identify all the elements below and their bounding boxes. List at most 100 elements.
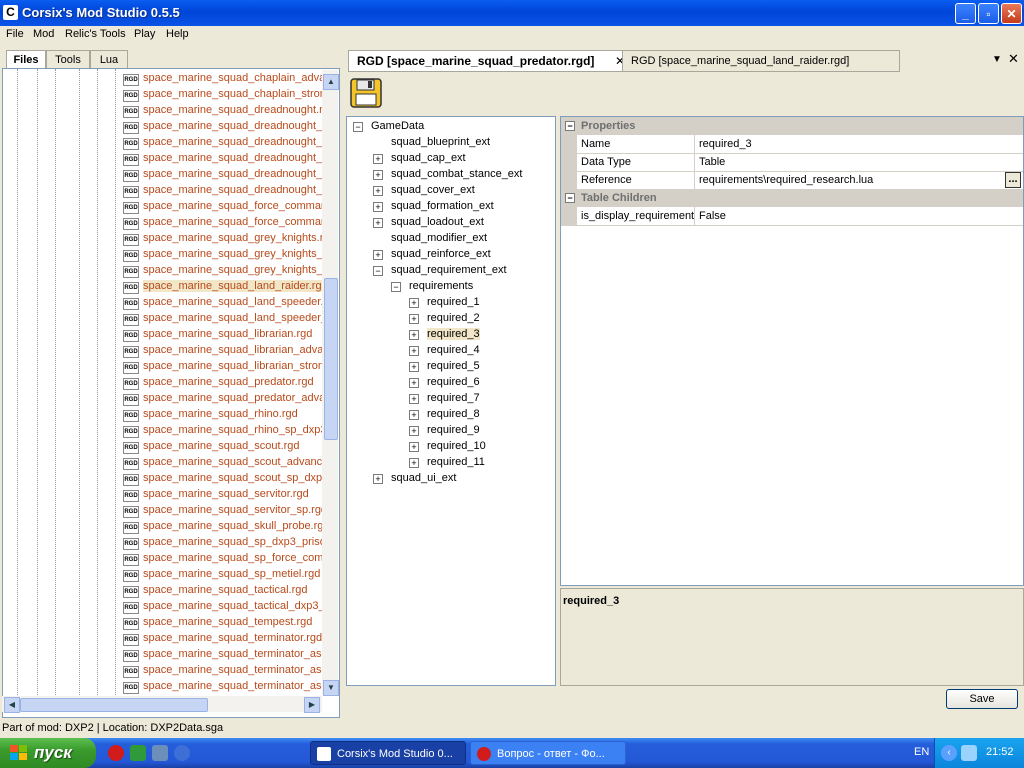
file-item[interactable]: RGD space_marine_squad_sp_metiel.rgd bbox=[121, 567, 331, 583]
scroll-right-icon[interactable]: ▶ bbox=[304, 697, 320, 713]
menu-relics-tools[interactable]: Relic's Tools bbox=[65, 28, 126, 40]
property-row-data-type[interactable]: Data Type Table bbox=[561, 153, 1023, 172]
file-item[interactable]: RGD space_marine_squad_grey_knights_s bbox=[121, 263, 331, 279]
expand-icon[interactable]: + bbox=[409, 426, 419, 436]
file-item[interactable]: RGD space_marine_squad_terminator_ass bbox=[121, 679, 331, 695]
expand-icon[interactable]: + bbox=[373, 186, 383, 196]
expand-icon[interactable]: + bbox=[373, 170, 383, 180]
title-bar[interactable]: C Corsix's Mod Studio 0.5.5 _ ▫ ✕ bbox=[0, 0, 1024, 26]
file-item[interactable]: RGD space_marine_squad_grey_knights_h bbox=[121, 247, 331, 263]
file-item[interactable]: RGD space_marine_squad_skull_probe.rgd bbox=[121, 519, 331, 535]
file-item[interactable]: RGD space_marine_squad_force_comman bbox=[121, 215, 331, 231]
close-button[interactable]: ✕ bbox=[1001, 3, 1022, 24]
property-value[interactable]: False bbox=[699, 207, 726, 225]
quicklaunch-app-icon[interactable] bbox=[152, 745, 168, 761]
language-indicator[interactable]: EN bbox=[914, 746, 929, 758]
file-tree[interactable]: RGD space_marine_squad_chaplain_advan RGD s… bbox=[2, 68, 340, 718]
expand-icon[interactable]: + bbox=[409, 362, 419, 372]
file-item[interactable]: RGD space_marine_squad_librarian_strong bbox=[121, 359, 331, 375]
file-item[interactable]: RGD space_marine_squad_scout.rgd bbox=[121, 439, 331, 455]
file-item[interactable]: RGD space_marine_squad_terminator_ass bbox=[121, 663, 331, 679]
collapse-icon[interactable]: − bbox=[353, 122, 363, 132]
scroll-up-icon[interactable]: ▲ bbox=[323, 74, 339, 90]
expand-icon[interactable]: + bbox=[373, 202, 383, 212]
close-tab-icon[interactable]: ✕ bbox=[1008, 51, 1019, 67]
collapse-icon[interactable]: − bbox=[373, 266, 383, 276]
save-disk-icon[interactable] bbox=[350, 78, 382, 108]
expand-icon[interactable]: + bbox=[373, 154, 383, 164]
menu-help[interactable]: Help bbox=[166, 28, 189, 40]
file-item[interactable]: RGD space_marine_squad_dreadnought_h bbox=[121, 151, 331, 167]
scroll-down-icon[interactable]: ▼ bbox=[323, 680, 339, 696]
expand-icon[interactable]: + bbox=[409, 442, 419, 452]
expand-icon[interactable]: + bbox=[409, 314, 419, 324]
file-item[interactable]: RGD space_marine_squad_dreadnought_h bbox=[121, 167, 331, 183]
task-browser[interactable]: Вопрос - ответ - Фо... bbox=[470, 741, 626, 765]
expand-icon[interactable]: + bbox=[373, 218, 383, 228]
vertical-scroll-thumb[interactable] bbox=[324, 278, 338, 440]
tray-expand-icon[interactable]: ‹ bbox=[941, 745, 957, 761]
property-value[interactable]: required_3 bbox=[699, 135, 752, 153]
file-item[interactable]: RGD space_marine_squad_grey_knights.rg bbox=[121, 231, 331, 247]
table-children-category[interactable]: − Table Children bbox=[561, 189, 1023, 207]
file-item[interactable]: RGD space_marine_squad_dreadnought.rg bbox=[121, 103, 331, 119]
maximize-button[interactable]: ▫ bbox=[978, 3, 999, 24]
quicklaunch-app-icon[interactable] bbox=[174, 745, 190, 761]
expand-icon[interactable]: + bbox=[409, 410, 419, 420]
file-item[interactable]: RGD space_marine_squad_land_raider.rgd bbox=[121, 279, 331, 295]
file-item[interactable]: RGD space_marine_squad_tactical.rgd bbox=[121, 583, 331, 599]
expand-icon[interactable]: + bbox=[373, 250, 383, 260]
property-grid[interactable]: − Properties Name required_3 Data Type T… bbox=[560, 116, 1024, 586]
collapse-icon[interactable]: − bbox=[565, 193, 575, 203]
tab-tools[interactable]: Tools bbox=[46, 50, 90, 69]
property-row-is-display-requirement[interactable]: is_display_requirement False bbox=[561, 207, 1023, 226]
file-item[interactable]: RGD space_marine_squad_predator_advar bbox=[121, 391, 331, 407]
file-item[interactable]: RGD space_marine_squad_force_comman bbox=[121, 199, 331, 215]
expand-icon[interactable]: + bbox=[409, 458, 419, 468]
expand-icon[interactable]: + bbox=[409, 298, 419, 308]
properties-category[interactable]: − Properties bbox=[561, 117, 1023, 135]
quicklaunch-app-icon[interactable] bbox=[130, 745, 146, 761]
menu-file[interactable]: File bbox=[6, 28, 24, 40]
save-button[interactable]: Save bbox=[946, 689, 1018, 709]
minimize-button[interactable]: _ bbox=[955, 3, 976, 24]
property-row-reference[interactable]: Reference requirements\required_research… bbox=[561, 171, 1023, 190]
start-button[interactable]: пуск bbox=[0, 738, 96, 768]
network-icon[interactable] bbox=[961, 745, 977, 761]
collapse-icon[interactable]: − bbox=[565, 121, 575, 131]
file-item[interactable]: RGD space_marine_squad_scout_sp_dxp3 bbox=[121, 471, 331, 487]
rgd-tree[interactable]: − GameData squad_blueprint_ext + squad_cap_e… bbox=[346, 116, 556, 686]
file-item[interactable]: RGD space_marine_squad_terminator.rgd bbox=[121, 631, 331, 647]
file-item[interactable]: RGD space_marine_squad_predator.rgd bbox=[121, 375, 331, 391]
expand-icon[interactable]: + bbox=[409, 394, 419, 404]
opera-icon[interactable] bbox=[108, 745, 124, 761]
property-value[interactable]: requirements\required_research.lua bbox=[699, 171, 873, 189]
file-item[interactable]: RGD space_marine_squad_chaplain_strong bbox=[121, 87, 331, 103]
file-item[interactable]: RGD space_marine_squad_servitor_sp.rgd bbox=[121, 503, 331, 519]
expand-icon[interactable]: + bbox=[409, 330, 419, 340]
file-item[interactable]: RGD space_marine_squad_tempest.rgd bbox=[121, 615, 331, 631]
file-item[interactable]: RGD space_marine_squad_scout_advance bbox=[121, 455, 331, 471]
file-item[interactable]: RGD space_marine_squad_land_speeder_ bbox=[121, 311, 331, 327]
file-item[interactable]: RGD space_marine_squad_dreadnought_a bbox=[121, 119, 331, 135]
expand-icon[interactable]: + bbox=[373, 474, 383, 484]
file-item[interactable]: RGD space_marine_squad_dreadnought_d bbox=[121, 135, 331, 151]
property-value[interactable]: Table bbox=[699, 153, 725, 171]
file-item[interactable]: RGD space_marine_squad_chaplain_advan bbox=[121, 71, 331, 87]
tab-list-dropdown-icon[interactable]: ▼ bbox=[992, 54, 1002, 65]
file-item[interactable]: RGD space_marine_squad_terminator_ass bbox=[121, 647, 331, 663]
file-item[interactable]: RGD space_marine_squad_sp_dxp3_prisor bbox=[121, 535, 331, 551]
file-item[interactable]: RGD space_marine_squad_rhino_sp_dxp3. bbox=[121, 423, 331, 439]
file-item[interactable]: RGD space_marine_squad_librarian.rgd bbox=[121, 327, 331, 343]
file-item[interactable]: RGD space_marine_squad_dreadnought_h bbox=[121, 183, 331, 199]
tab-land-raider-rgd[interactable]: RGD [space_marine_squad_land_raider.rgd] bbox=[622, 50, 900, 72]
horizontal-scroll-thumb[interactable] bbox=[20, 698, 208, 712]
browse-ellipsis-button[interactable]: ... bbox=[1005, 172, 1021, 188]
expand-icon[interactable]: + bbox=[409, 378, 419, 388]
tab-lua[interactable]: Lua bbox=[90, 50, 128, 69]
property-row-name[interactable]: Name required_3 bbox=[561, 135, 1023, 154]
collapse-icon[interactable]: − bbox=[391, 282, 401, 292]
tab-files[interactable]: Files bbox=[6, 50, 46, 69]
file-item[interactable]: RGD space_marine_squad_servitor.rgd bbox=[121, 487, 331, 503]
file-item[interactable]: RGD space_marine_squad_land_speeder.r bbox=[121, 295, 331, 311]
